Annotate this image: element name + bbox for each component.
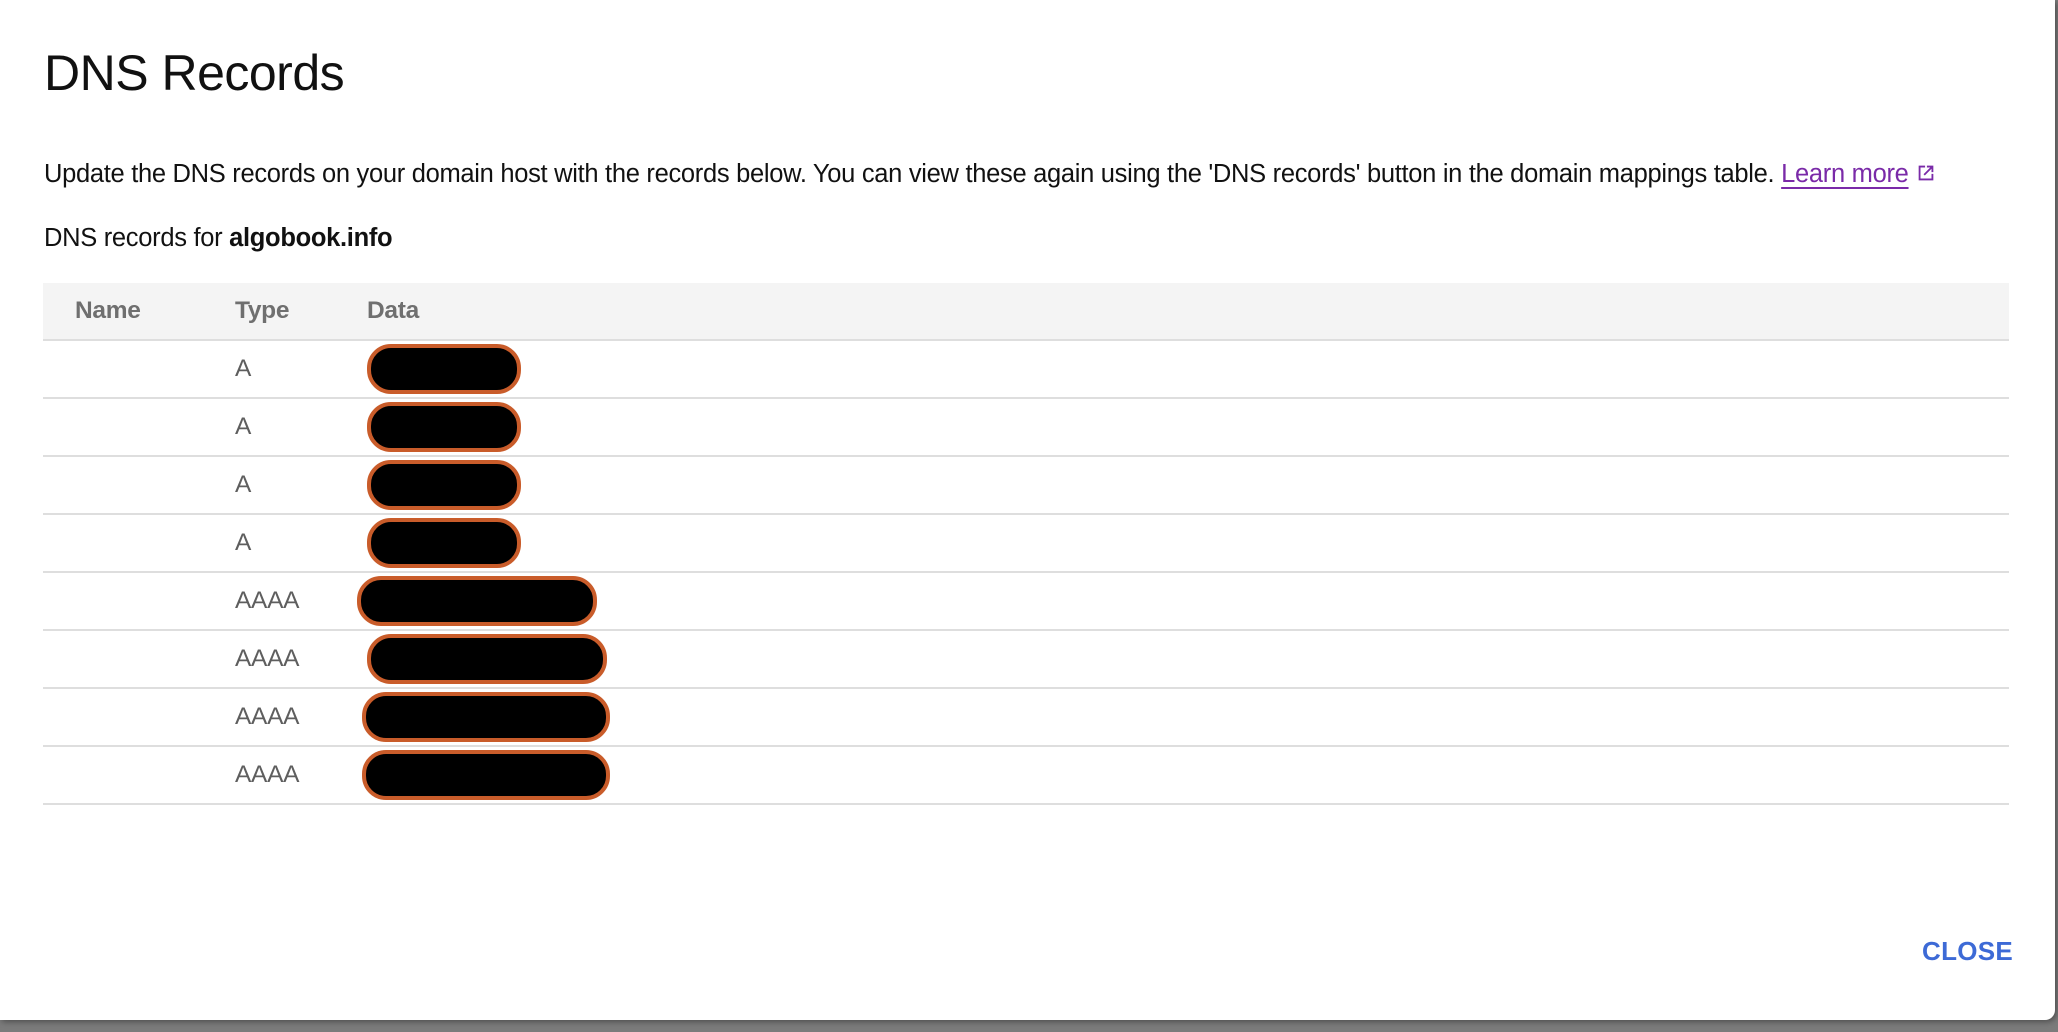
cell-type: A bbox=[235, 456, 367, 515]
cell-name bbox=[43, 630, 235, 689]
cell-data bbox=[367, 514, 2009, 573]
column-header-type: Type bbox=[235, 283, 367, 341]
cell-type: A bbox=[235, 514, 367, 573]
redacted-value bbox=[362, 750, 610, 800]
dialog-title: DNS Records bbox=[44, 45, 345, 101]
dns-records-dialog: DNS Records Update the DNS records on yo… bbox=[0, 0, 2055, 1020]
redacted-value bbox=[367, 518, 521, 568]
cell-type: AAAA bbox=[235, 746, 367, 805]
cell-name bbox=[43, 398, 235, 457]
redacted-value bbox=[367, 402, 521, 452]
table-row: AAAA bbox=[43, 630, 2009, 689]
cell-type: AAAA bbox=[235, 572, 367, 631]
cell-name bbox=[43, 514, 235, 573]
cell-data bbox=[367, 630, 2009, 689]
cell-type: AAAA bbox=[235, 630, 367, 689]
records-subheading: DNS records for algobook.info bbox=[44, 224, 393, 253]
cell-type: A bbox=[235, 398, 367, 457]
redacted-value bbox=[367, 344, 521, 394]
description-text: Update the DNS records on your domain ho… bbox=[44, 160, 1775, 188]
cell-name bbox=[43, 572, 235, 631]
cell-type: A bbox=[235, 340, 367, 399]
table-row: AAAA bbox=[43, 572, 2009, 631]
table-header-row: Name Type Data bbox=[43, 283, 2009, 341]
cell-data bbox=[362, 688, 2009, 747]
cell-name bbox=[43, 746, 235, 805]
cell-data bbox=[362, 746, 2009, 805]
domain-name: algobook.info bbox=[229, 224, 393, 252]
cell-name bbox=[43, 340, 235, 399]
table-row: AAAA bbox=[43, 746, 2009, 805]
table-row: AAAA bbox=[43, 688, 2009, 747]
cell-name bbox=[43, 688, 235, 747]
external-link-icon[interactable] bbox=[1915, 162, 1937, 184]
cell-data bbox=[367, 340, 2009, 399]
table-row: A bbox=[43, 398, 2009, 457]
learn-more-link[interactable]: Learn more bbox=[1781, 160, 1909, 188]
dialog-description: Update the DNS records on your domain ho… bbox=[44, 160, 1937, 189]
column-header-name: Name bbox=[43, 283, 235, 341]
subheading-prefix: DNS records for bbox=[44, 224, 230, 252]
learn-more-label: Learn more bbox=[1781, 160, 1909, 188]
cell-type: AAAA bbox=[235, 688, 367, 747]
table-row: A bbox=[43, 456, 2009, 515]
redacted-value bbox=[357, 576, 597, 626]
table-row: A bbox=[43, 340, 2009, 399]
cell-name bbox=[43, 456, 235, 515]
table-row: A bbox=[43, 514, 2009, 573]
dns-records-table: Name Type Data A A A A AAAA AAAA AAAA AAAA bbox=[43, 283, 2009, 805]
cell-data bbox=[367, 456, 2009, 515]
close-button[interactable]: CLOSE bbox=[1922, 936, 2013, 967]
column-header-data: Data bbox=[367, 283, 2009, 341]
redacted-value bbox=[367, 634, 607, 684]
cell-data bbox=[367, 398, 2009, 457]
redacted-value bbox=[367, 460, 521, 510]
redacted-value bbox=[362, 692, 610, 742]
cell-data bbox=[357, 572, 2009, 631]
